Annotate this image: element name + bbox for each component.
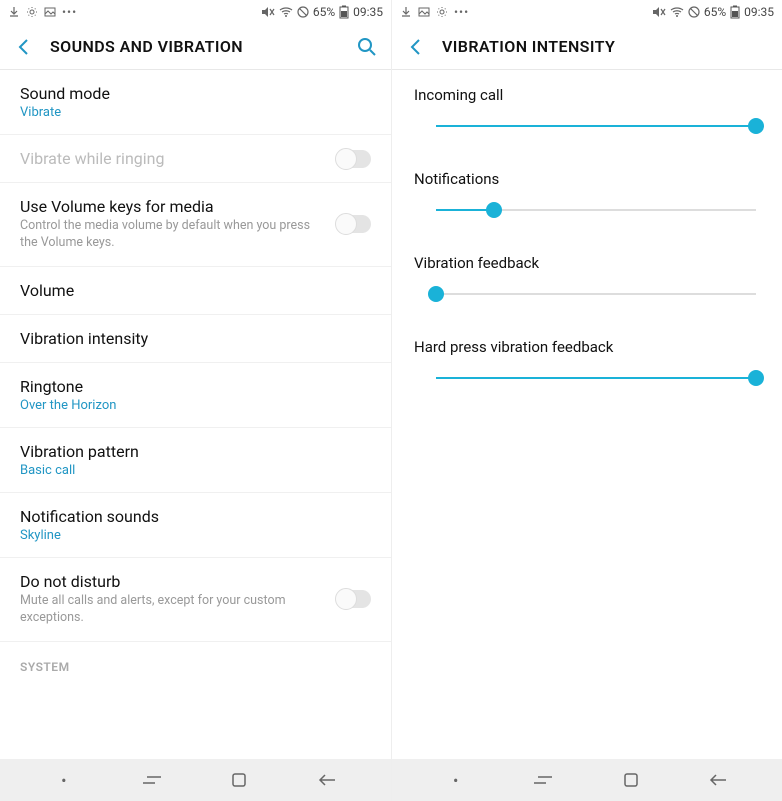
image-icon — [44, 6, 56, 18]
more-icon: ••• — [62, 5, 77, 19]
mute-icon — [652, 6, 666, 18]
label-notifications: Notifications — [414, 170, 760, 188]
wifi-icon — [670, 6, 684, 18]
slider-block-notifications: Notifications — [392, 154, 782, 238]
sun-icon — [436, 6, 448, 18]
label-vibration-pattern: Vibration pattern — [20, 442, 371, 461]
label-do-not-disturb: Do not disturb — [20, 572, 327, 591]
search-button[interactable] — [355, 35, 379, 59]
header: VIBRATION INTENSITY — [392, 24, 782, 70]
back-button[interactable] — [12, 35, 36, 59]
status-bar: ••• 65% 09:35 — [0, 0, 391, 24]
label-vibration-intensity: Vibration intensity — [20, 329, 371, 348]
value-sound-mode: Vibrate — [20, 105, 371, 120]
row-vibration-intensity[interactable]: Vibration intensity — [0, 315, 391, 363]
label-vibration-feedback: Vibration feedback — [414, 254, 760, 272]
toggle-do-not-disturb[interactable] — [337, 590, 371, 608]
row-vibration-pattern[interactable]: Vibration pattern Basic call — [0, 428, 391, 493]
toggle-vibrate-while-ringing — [337, 150, 371, 168]
clock-time: 09:35 — [744, 5, 774, 19]
label-ringtone: Ringtone — [20, 377, 371, 396]
nav-back-button[interactable] — [703, 765, 733, 795]
battery-icon — [730, 5, 740, 19]
row-volume[interactable]: Volume — [0, 267, 391, 315]
slider-incoming-call[interactable] — [436, 116, 756, 136]
screen-vibration-intensity: ••• 65% 09:35 VIBRATION INTENSITY Incomi… — [391, 0, 782, 801]
label-incoming-call: Incoming call — [414, 86, 760, 104]
nav-back-button[interactable] — [312, 765, 342, 795]
sun-icon — [26, 6, 38, 18]
screen-sounds-and-vibration: ••• 65% 09:35 SOUNDS AND VIBRATION Sound… — [0, 0, 391, 801]
more-icon: ••• — [454, 5, 469, 19]
slider-block-vibration-feedback: Vibration feedback — [392, 238, 782, 322]
label-volume: Volume — [20, 281, 371, 300]
battery-icon — [339, 5, 349, 19]
value-vibration-pattern: Basic call — [20, 463, 371, 478]
row-sound-mode[interactable]: Sound mode Vibrate — [0, 70, 391, 135]
no-data-icon — [688, 6, 700, 18]
clock-time: 09:35 — [353, 5, 383, 19]
nav-home-button[interactable] — [616, 765, 646, 795]
battery-percent: 65% — [313, 5, 335, 19]
row-notification-sounds[interactable]: Notification sounds Skyline — [0, 493, 391, 558]
slider-vibration-feedback[interactable] — [436, 284, 756, 304]
value-notification-sounds: Skyline — [20, 528, 371, 543]
page-title: VIBRATION INTENSITY — [442, 37, 615, 56]
mute-icon — [261, 6, 275, 18]
section-header-system: SYSTEM — [0, 642, 391, 680]
label-sound-mode: Sound mode — [20, 84, 371, 103]
image-icon — [418, 6, 430, 18]
nav-bar: • — [0, 759, 391, 801]
label-hard-press: Hard press vibration feedback — [414, 338, 760, 356]
status-bar: ••• 65% 09:35 — [392, 0, 782, 24]
nav-recents-button[interactable] — [137, 765, 167, 795]
row-vibrate-while-ringing: Vibrate while ringing — [0, 135, 391, 183]
row-do-not-disturb[interactable]: Do not disturb Mute all calls and alerts… — [0, 558, 391, 642]
toggle-use-volume-keys[interactable] — [337, 215, 371, 233]
nav-home-button[interactable] — [224, 765, 254, 795]
desc-do-not-disturb: Mute all calls and alerts, except for yo… — [20, 593, 327, 627]
label-vibrate-while-ringing: Vibrate while ringing — [20, 149, 327, 168]
slider-block-incoming-call: Incoming call — [392, 70, 782, 154]
header: SOUNDS AND VIBRATION — [0, 24, 391, 70]
download-icon — [8, 6, 20, 18]
wifi-icon — [279, 6, 293, 18]
label-notification-sounds: Notification sounds — [20, 507, 371, 526]
row-ringtone[interactable]: Ringtone Over the Horizon — [0, 363, 391, 428]
nav-bar: • — [392, 759, 782, 801]
desc-use-volume-keys: Control the media volume by default when… — [20, 218, 327, 252]
slider-hard-press[interactable] — [436, 368, 756, 388]
value-ringtone: Over the Horizon — [20, 398, 371, 413]
nav-dot-icon[interactable]: • — [49, 765, 79, 795]
label-use-volume-keys: Use Volume keys for media — [20, 197, 327, 216]
nav-recents-button[interactable] — [528, 765, 558, 795]
row-use-volume-keys[interactable]: Use Volume keys for media Control the me… — [0, 183, 391, 267]
slider-block-hard-press: Hard press vibration feedback — [392, 322, 782, 406]
page-title: SOUNDS AND VIBRATION — [50, 37, 243, 56]
nav-dot-icon[interactable]: • — [441, 765, 471, 795]
no-data-icon — [297, 6, 309, 18]
back-button[interactable] — [404, 35, 428, 59]
slider-notifications[interactable] — [436, 200, 756, 220]
download-icon — [400, 6, 412, 18]
battery-percent: 65% — [704, 5, 726, 19]
